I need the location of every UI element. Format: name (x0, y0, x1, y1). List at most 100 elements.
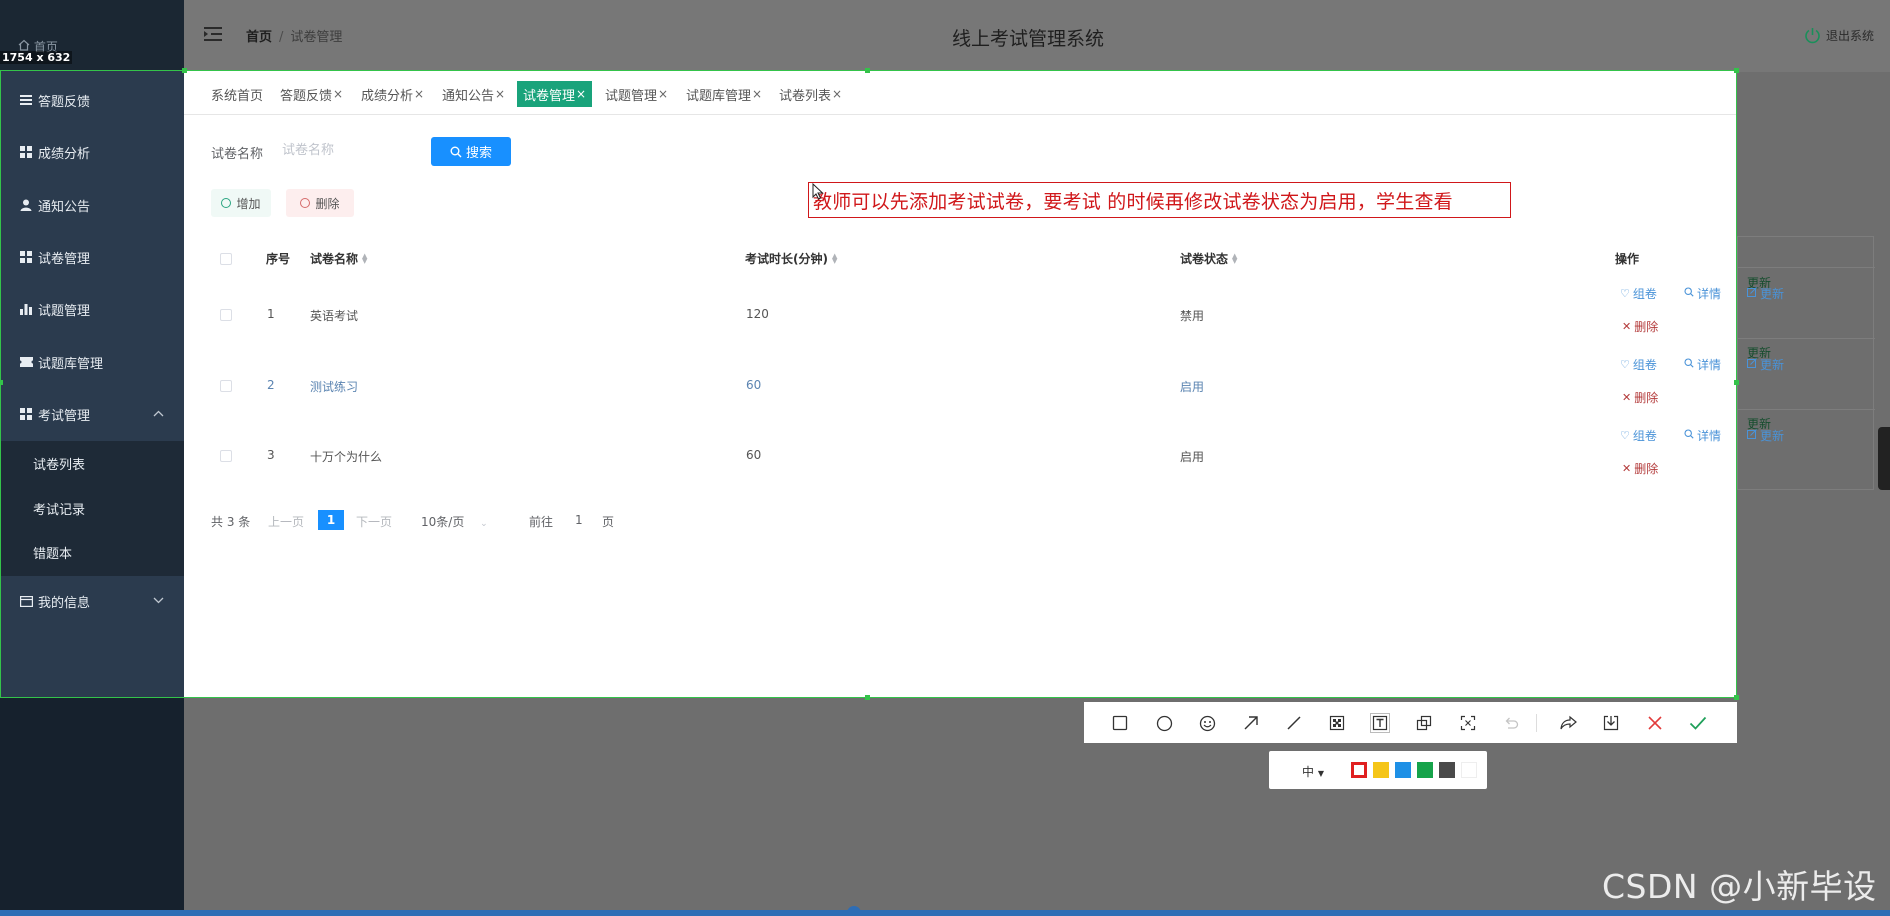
pagination-prev[interactable]: 上一页 (268, 513, 304, 530)
sidebar-item-notice[interactable]: 通知公告 (0, 179, 184, 231)
close-icon[interactable]: × (414, 87, 424, 101)
search-input[interactable] (276, 135, 426, 165)
color-swatch-blue[interactable] (1395, 762, 1411, 778)
compose-button[interactable]: ♡ 组卷 (1620, 285, 1657, 302)
cell-name: 测试练习 (310, 380, 359, 394)
page-size-select[interactable]: 10条/页 ⌄ (421, 513, 488, 530)
close-icon[interactable]: × (576, 87, 586, 101)
tab-question-bank[interactable]: 试题库管理 × (682, 81, 766, 107)
share-icon[interactable] (1558, 713, 1578, 733)
sidebar-item-label: 试题管理 (38, 303, 91, 319)
close-icon[interactable]: × (832, 87, 842, 101)
resize-handle[interactable] (865, 695, 870, 700)
sidebar-item-paper-management[interactable]: 试卷管理 (0, 231, 184, 283)
ocr-icon[interactable] (1458, 713, 1478, 733)
pagination-next[interactable]: 下一页 (356, 513, 392, 530)
tab-system-home[interactable]: 系统首页 (207, 81, 267, 107)
column-header-ops: 操作 (1615, 250, 1639, 267)
color-swatch-white[interactable] (1461, 762, 1477, 778)
emoji-icon[interactable] (1197, 713, 1217, 733)
resize-handle[interactable] (1734, 380, 1739, 385)
close-icon[interactable]: × (752, 87, 762, 101)
detail-button[interactable]: 详情 (1684, 356, 1721, 373)
delete-button[interactable]: 删除 (286, 189, 354, 217)
logout-button[interactable]: 退出系统 (1804, 27, 1874, 44)
color-swatch-red[interactable] (1351, 762, 1367, 778)
resize-handle[interactable] (0, 380, 3, 385)
scrollbar-thumb[interactable] (1878, 427, 1890, 490)
sort-icon[interactable]: ▲ ▼ (1232, 252, 1237, 264)
submenu-item-wrong-book[interactable]: 错题本 (33, 543, 72, 562)
tab-paper-list[interactable]: 试卷列表 × (775, 81, 846, 107)
resize-handle[interactable] (865, 68, 870, 73)
delete-label: 删除 (1634, 320, 1659, 334)
column-header-duration[interactable]: 考试时长(分钟) ▲ ▼ (745, 250, 837, 267)
pagination-current-page[interactable]: 1 (318, 510, 344, 530)
tab-question-management[interactable]: 试题管理 × (601, 81, 672, 107)
submenu-item-paper-list[interactable]: 试卷列表 (33, 454, 85, 473)
undo-icon[interactable] (1501, 713, 1521, 733)
row-delete-button[interactable]: ✕ 删除 (1622, 460, 1658, 477)
update-button[interactable]: 更新 (1747, 356, 1784, 373)
sidebar-item-score-analysis[interactable]: 成绩分析 (0, 126, 184, 178)
search-button[interactable]: 搜索 (431, 137, 511, 166)
pin-icon[interactable] (1414, 713, 1434, 733)
search-icon (1684, 429, 1694, 442)
sidebar-item-exam-management[interactable]: 考试管理 (0, 388, 184, 440)
color-swatch-green[interactable] (1417, 762, 1433, 778)
annotation-text-box[interactable]: 教师可以先添加考试试卷，要考试 的时候再修改试卷状态为启用，学生查看 (808, 182, 1511, 218)
font-size-select[interactable]: 中 ▼ (1302, 763, 1324, 780)
detail-button[interactable]: 详情 (1684, 427, 1721, 444)
close-icon[interactable]: × (658, 87, 668, 101)
resize-handle[interactable] (1734, 695, 1739, 700)
add-button[interactable]: 增加 (211, 189, 271, 217)
ellipse-icon[interactable] (1154, 713, 1174, 733)
color-swatch-gray[interactable] (1439, 762, 1455, 778)
sidebar-item-question-management[interactable]: 试题管理 (0, 283, 184, 335)
table-row: 更新 (1738, 339, 1875, 410)
close-icon[interactable]: × (333, 87, 343, 101)
sort-icon[interactable]: ▲ ▼ (362, 252, 367, 264)
compose-button[interactable]: ♡ 组卷 (1620, 427, 1657, 444)
detail-button[interactable]: 详情 (1684, 285, 1721, 302)
close-icon[interactable]: × (495, 87, 505, 101)
resize-handle[interactable] (1734, 68, 1739, 73)
tab-score-analysis[interactable]: 成绩分析 × (357, 81, 428, 107)
arrow-icon[interactable] (1241, 713, 1261, 733)
tab-answer-feedback[interactable]: 答题反馈 × (276, 81, 347, 107)
sidebar-item-question-bank[interactable]: 试题库管理 (0, 336, 184, 388)
row-checkbox[interactable] (220, 380, 232, 392)
color-swatch-yellow[interactable] (1373, 762, 1389, 778)
sort-icon[interactable]: ▲ ▼ (832, 252, 837, 264)
cell-status: 启用 (1180, 380, 1205, 394)
text-icon[interactable] (1370, 713, 1390, 733)
update-button[interactable]: 更新 (1747, 285, 1784, 302)
heart-icon: ♡ (1620, 287, 1630, 300)
row-delete-button[interactable]: ✕ 删除 (1622, 318, 1658, 335)
tab-paper-management[interactable]: 试卷管理 × (517, 81, 593, 107)
rectangle-icon[interactable] (1110, 713, 1130, 733)
save-icon[interactable] (1601, 713, 1621, 733)
sidebar-item-my-info[interactable]: 我的信息 (0, 575, 184, 627)
cancel-icon[interactable] (1645, 713, 1665, 733)
confirm-icon[interactable] (1688, 713, 1708, 733)
row-checkbox[interactable] (220, 309, 232, 321)
row-delete-button[interactable]: ✕ 删除 (1622, 389, 1658, 406)
column-header-name[interactable]: 试卷名称 ▲ ▼ (310, 250, 367, 267)
row-checkbox[interactable] (220, 450, 232, 462)
line-icon[interactable] (1284, 713, 1304, 733)
column-header-status[interactable]: 试卷状态 ▲ ▼ (1180, 250, 1237, 267)
sidebar: 首页 答题反馈 成绩分析 通知公告 试卷管理 试题管理 试题库管理 考试管理 试… (0, 0, 184, 916)
menu-toggle-icon[interactable] (204, 26, 222, 42)
tab-notice[interactable]: 通知公告 × (438, 81, 509, 107)
breadcrumb-home[interactable]: 首页 (246, 30, 272, 45)
goto-page-input[interactable]: 1 (575, 513, 583, 527)
submenu-item-exam-records[interactable]: 考试记录 (33, 499, 85, 518)
mosaic-icon[interactable] (1327, 713, 1347, 733)
resize-handle[interactable] (182, 68, 187, 73)
select-all-checkbox[interactable] (220, 253, 232, 265)
sidebar-item-answer-feedback[interactable]: 答题反馈 (0, 74, 184, 126)
update-button[interactable]: 更新 (1747, 427, 1784, 444)
sidebar-item-label: 答题反馈 (38, 94, 91, 110)
compose-button[interactable]: ♡ 组卷 (1620, 356, 1657, 373)
